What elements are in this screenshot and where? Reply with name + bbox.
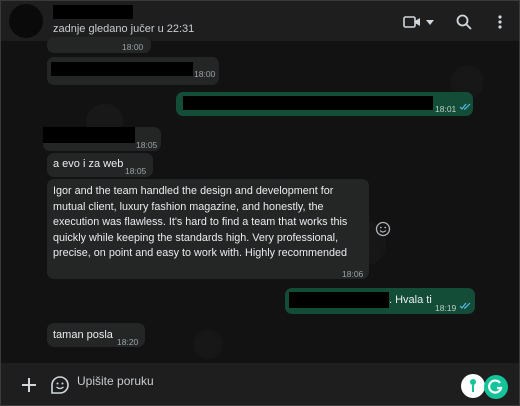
message-time: 18:06 [342,269,364,279]
message-time: 18:00 [122,42,144,52]
read-receipt-icon [459,103,471,110]
message-outgoing[interactable]: 18:01 [176,92,473,116]
chat-window: zadnje gledano jučer u 22:31 18:00 18:00… [0,0,520,406]
chat-header: zadnje gledano jučer u 22:31 [1,1,519,41]
message-incoming[interactable]: 18:00 [47,37,151,53]
redacted-text [183,96,433,110]
plus-icon[interactable] [19,375,39,395]
grammarly-icon[interactable] [484,375,508,399]
redacted-text [289,292,389,308]
emoji-smile-icon[interactable] [375,221,391,237]
assistant-icon[interactable] [461,374,485,398]
message-incoming[interactable]: taman posla 18:20 [47,323,145,347]
kebab-menu-icon[interactable] [489,11,511,33]
redacted-text [43,127,135,143]
message-time: 18:00 [194,69,216,79]
video-call-icon[interactable] [401,11,423,33]
message-incoming[interactable]: 18:05 [43,127,161,151]
read-receipt-icon [459,302,471,309]
message-text: taman posla [53,329,113,341]
message-text: Igor and the team handled the design and… [53,185,348,260]
message-incoming[interactable]: Igor and the team handled the design and… [47,179,369,279]
message-input[interactable]: Upišite poruku [77,374,154,388]
redacted-text [51,62,193,76]
message-incoming[interactable]: a evo i za web 18:05 [47,153,153,177]
message-time: 18:05 [125,166,147,176]
message-incoming[interactable]: 18:00 [47,57,219,85]
chevron-down-icon[interactable] [423,11,437,33]
last-seen-status: zadnje gledano jučer u 22:31 [53,23,195,35]
message-composer-bar: Upišite poruku [1,363,519,405]
message-text: . Hvala ti [389,294,432,306]
message-time: 18:01 [435,104,457,114]
search-icon[interactable] [453,11,475,33]
message-outgoing[interactable]: . Hvala ti 18:19 [285,288,475,314]
sticker-icon[interactable] [49,374,71,396]
message-time: 18:20 [117,337,139,347]
contact-name-redacted[interactable] [53,5,133,19]
avatar[interactable] [9,4,43,38]
message-time: 18:19 [435,303,457,313]
message-text: a evo i za web [53,158,124,170]
message-time: 18:05 [136,140,158,150]
